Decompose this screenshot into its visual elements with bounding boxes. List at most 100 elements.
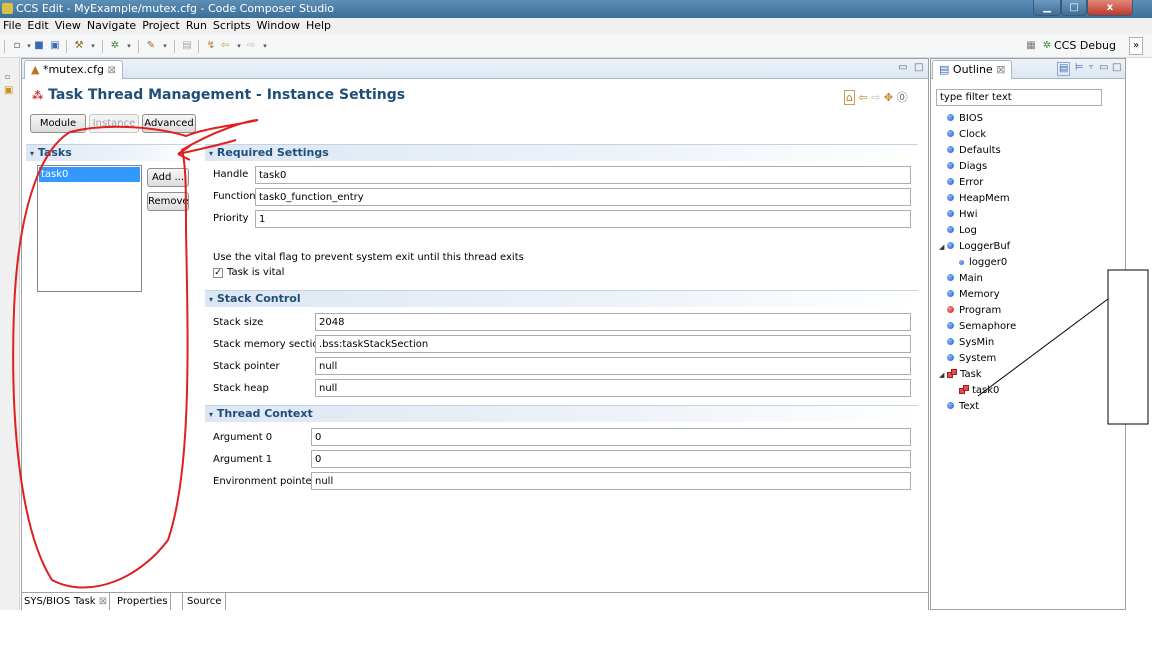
required-settings-header[interactable]: ▾ Required Settings [205,144,918,161]
toggle-view-icon[interactable]: ▤ [180,39,194,53]
function-input[interactable] [255,188,911,206]
nav-back-icon[interactable]: ⇦ [858,91,867,104]
tree-item-heapmem[interactable]: HeapMem [939,191,1119,207]
menu-scripts[interactable]: Scripts [210,18,254,34]
debug-bug-icon[interactable]: ✲ [108,39,122,53]
minimize-outline-icon[interactable]: ▭ [1099,62,1108,73]
tab-sysbios[interactable]: SYS/BIOS [22,593,74,610]
environment-pointer-input[interactable] [311,472,911,490]
toolbar-grip [4,40,5,53]
stack-memory-section-input[interactable] [315,335,911,353]
build-hammer-icon[interactable]: ⚒ [72,39,86,53]
maximize-editor-icon[interactable]: □ [914,62,923,73]
save-all-icon[interactable]: ▣ [48,39,62,53]
back-icon[interactable]: ⇦ [218,39,232,53]
module-button[interactable]: Module [30,114,86,133]
tree-item-task0[interactable]: task0 [939,383,1119,399]
tasks-section-header[interactable]: ▾ Tasks [26,144,201,161]
editor-tab-mutex-cfg[interactable]: ▲ *mutex.cfg ⊠ [24,60,123,79]
minimize-button[interactable]: ▁ [1033,0,1061,16]
project-explorer-icon[interactable]: ▣ [4,85,13,96]
menu-help[interactable]: Help [303,18,334,34]
tree-item-sysmin[interactable]: SysMin [939,335,1119,351]
add-task-button[interactable]: Add ... [147,168,189,187]
tools-icon[interactable]: ✎ [144,39,158,53]
stack-pointer-input[interactable] [315,357,911,375]
outline-filter-input[interactable]: type filter text [936,89,1102,106]
tree-item-hwi[interactable]: Hwi [939,207,1119,223]
task-instance-icon [959,385,969,394]
forward-icon[interactable]: ⇨ [244,39,258,53]
close-button[interactable]: x [1087,0,1133,16]
menu-window[interactable]: Window [254,18,303,34]
tree-item-loggerbuf[interactable]: ◢ LoggerBuf [939,239,1119,255]
tree-item-clock[interactable]: Clock [939,127,1119,143]
menu-run[interactable]: Run [183,18,210,34]
task-vital-checkbox[interactable]: ✓ [213,268,223,278]
menu-project[interactable]: Project [139,18,183,34]
help-icon[interactable]: ⓪ [897,91,908,104]
argument1-input[interactable] [311,450,911,468]
tree-item-error[interactable]: Error [939,175,1119,191]
tree-item-system[interactable]: System [939,351,1119,367]
tree-item-main[interactable]: Main [939,271,1119,287]
menu-file[interactable]: File [0,18,24,34]
save-icon[interactable]: ■ [32,39,46,53]
home-icon[interactable]: ⌂ [844,90,855,105]
tab-properties[interactable]: Properties [115,593,171,610]
tree-item-diags[interactable]: Diags [939,159,1119,175]
tasks-list[interactable]: task0 [37,165,142,292]
menu-view[interactable]: View [52,18,84,34]
perspective-ccs-debug[interactable]: CCS Debug [1054,39,1116,52]
sort-icon[interactable]: ▤ [1057,62,1071,76]
tools-dropdown-icon[interactable]: ▾ [158,39,172,53]
advanced-button[interactable]: Advanced [142,114,196,133]
tab-task[interactable]: Task ⊠ [72,593,111,610]
maximize-outline-icon[interactable]: □ [1112,62,1121,73]
tree-item-defaults[interactable]: Defaults [939,143,1119,159]
expanded-triangle-icon[interactable]: ◢ [939,367,947,383]
tab-source[interactable]: Source [182,593,227,610]
hierarchy-icon[interactable]: ⊨ [1075,62,1084,73]
list-item-task0[interactable]: task0 [39,167,140,182]
close-tab-icon[interactable]: ⊠ [107,65,115,76]
tree-item-program[interactable]: Program [939,303,1119,319]
view-menu-icon[interactable]: ▿ [1089,62,1093,71]
task-module-icon [947,369,957,378]
priority-input[interactable] [255,210,911,228]
ccs-debug-perspective-icon[interactable]: ✲ [1040,39,1054,53]
perspective-overflow-button[interactable]: » [1129,37,1143,55]
argument0-input[interactable] [311,428,911,446]
tree-item-logger0[interactable]: logger0 [939,255,1119,271]
tree-item-bios[interactable]: BIOS [939,111,1119,127]
handle-input[interactable] [255,166,911,184]
forward-dropdown-icon[interactable]: ▾ [258,39,272,53]
maximize-button[interactable]: □ [1061,0,1087,16]
close-outline-icon[interactable]: ⊠ [996,63,1005,76]
close-tab-icon[interactable]: ⊠ [99,596,107,607]
debug-dropdown-icon[interactable]: ▾ [122,39,136,53]
restore-view-icon[interactable]: ▫ [5,72,10,81]
open-perspective-icon[interactable]: ▦ [1024,39,1038,53]
refresh-icon[interactable]: ✥ [884,91,893,104]
menu-navigate[interactable]: Navigate [84,18,139,34]
outline-tab[interactable]: ▤ Outline ⊠ [932,60,1013,79]
thread-context-header[interactable]: ▾ Thread Context [205,405,918,422]
stack-heap-input[interactable] [315,379,911,397]
remove-task-button[interactable]: Remove [147,192,189,211]
module-dot-icon [947,210,954,217]
tree-item-semaphore[interactable]: Semaphore [939,319,1119,335]
expanded-triangle-icon[interactable]: ◢ [939,239,947,255]
nav-forward-icon[interactable]: ⇨ [871,91,880,104]
tree-item-memory[interactable]: Memory [939,287,1119,303]
last-edit-icon[interactable]: ↯ [204,39,218,53]
stack-size-input[interactable] [315,313,911,331]
module-dot-icon [947,162,954,169]
menu-edit[interactable]: Edit [24,18,51,34]
tree-item-text[interactable]: Text [939,399,1119,415]
stack-control-header[interactable]: ▾ Stack Control [205,290,918,307]
build-dropdown-icon[interactable]: ▾ [86,39,100,53]
tree-item-log[interactable]: Log [939,223,1119,239]
minimize-editor-icon[interactable]: ▭ [898,62,907,73]
tree-item-task[interactable]: ◢ Task [939,367,1119,383]
